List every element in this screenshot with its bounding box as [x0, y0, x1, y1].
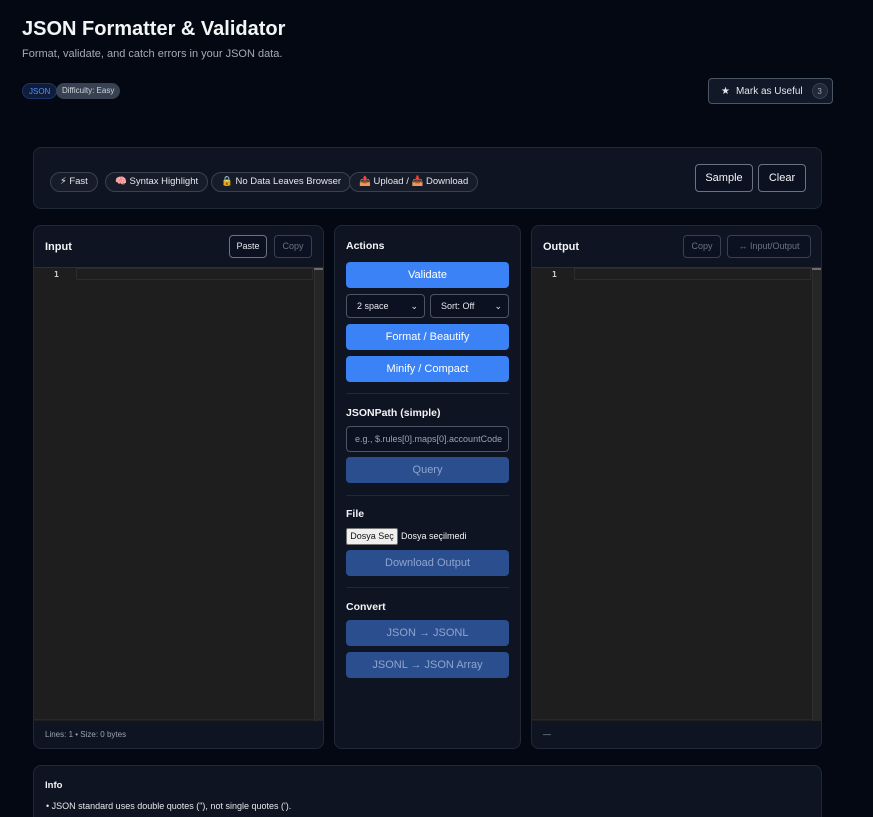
output-status: — [543, 730, 551, 739]
input-status: Lines: 1 • Size: 0 bytes [45, 730, 127, 739]
jsonpath-title: JSONPath (simple) [346, 407, 441, 419]
feature-toolbar: ⚡ Fast 🧠 Syntax Highlight 🔒 No Data Leav… [33, 147, 822, 209]
scrollbar-thumb[interactable] [314, 268, 323, 270]
output-editor[interactable]: 1 [532, 267, 821, 721]
info-panel: Info • JSON standard uses double quotes … [33, 765, 822, 817]
section-divider [346, 587, 509, 588]
mark-useful-label: Mark as Useful [735, 85, 803, 97]
page-title: JSON Formatter & Validator [22, 18, 286, 40]
info-item-text: JSON standard uses double quotes ("), no… [51, 801, 292, 811]
chip-upload-download: 📤 Upload / 📥 Download [349, 172, 479, 192]
file-status: Dosya seçilmedi [401, 531, 467, 541]
line-gutter: 1 [532, 268, 574, 721]
info-title: Info [45, 780, 63, 791]
line-number: 1 [54, 270, 59, 279]
download-output-button[interactable]: Download Output [346, 550, 509, 576]
indent-select-value: 2 space [357, 301, 389, 311]
chip-download-label: Download [426, 176, 469, 187]
chip-upload-label: Upload / [373, 176, 409, 187]
scrollbar-thumb[interactable] [812, 268, 821, 270]
brain-icon: 🧠 [115, 176, 127, 187]
sort-select[interactable]: Sort: Off ⌄ [430, 294, 509, 318]
jsonpath-input[interactable]: e.g., $.rules[0].maps[0].accountCode [346, 426, 509, 452]
chevron-down-icon: ⌄ [410, 301, 418, 311]
validate-button[interactable]: Validate [346, 262, 509, 288]
chip-syntax-label: Syntax Highlight [129, 176, 199, 187]
status-divider [532, 719, 821, 720]
sample-button[interactable]: Sample [695, 164, 753, 192]
swap-input-output-button[interactable]: ↔ Input/Output [727, 235, 811, 258]
file-title: File [346, 508, 365, 520]
chip-no-data-label: No Data Leaves Browser [235, 176, 342, 187]
query-button[interactable]: Query [346, 457, 509, 483]
input-panel: Input Paste Copy 1 Lines: 1 • Size: 0 by… [33, 225, 324, 749]
download-icon: 📥 [411, 176, 424, 187]
upload-icon: 📤 [359, 176, 371, 187]
chip-syntax-highlight: 🧠 Syntax Highlight [105, 172, 209, 192]
mark-useful-button[interactable]: ★ Mark as Useful 3 [708, 78, 833, 104]
chip-no-data: 🔒 No Data Leaves Browser [211, 172, 352, 192]
line-gutter: 1 [34, 268, 76, 721]
clear-button[interactable]: Clear [758, 164, 806, 192]
convert-title: Convert [346, 601, 386, 613]
tag-json[interactable]: JSON [22, 83, 58, 99]
paste-button[interactable]: Paste [229, 235, 267, 258]
status-divider [34, 719, 323, 720]
useful-count-badge: 3 [811, 83, 828, 99]
lock-icon: 🔒 [221, 176, 233, 187]
indent-select[interactable]: 2 space ⌄ [346, 294, 425, 318]
active-line [574, 268, 811, 280]
lightning-icon: ⚡ [60, 176, 67, 187]
file-choose-button[interactable]: Dosya Seç [346, 528, 398, 545]
chevron-down-icon: ⌄ [494, 301, 502, 311]
section-divider [346, 393, 509, 394]
actions-panel: Actions Validate 2 space ⌄ Sort: Off ⌄ F… [334, 225, 521, 749]
star-icon: ★ [721, 85, 730, 97]
section-divider [346, 495, 509, 496]
input-title: Input [45, 241, 72, 253]
output-title: Output [543, 241, 580, 253]
output-copy-button[interactable]: Copy [683, 235, 721, 258]
jsonl-to-array-button[interactable]: JSONL → JSON Array [346, 652, 509, 678]
active-line [76, 268, 313, 280]
json-to-jsonl-button[interactable]: JSON → JSONL [346, 620, 509, 646]
input-copy-button[interactable]: Copy [274, 235, 312, 258]
tag-difficulty: Difficulty: Easy [56, 83, 121, 99]
chip-fast: ⚡ Fast [50, 172, 98, 192]
line-number: 1 [552, 270, 557, 279]
editor-scrollbar[interactable] [314, 268, 323, 721]
sort-select-value: Sort: Off [441, 301, 475, 311]
format-button[interactable]: Format / Beautify [346, 324, 509, 350]
output-panel: Output Copy ↔ Input/Output 1 — [531, 225, 822, 749]
editor-scrollbar[interactable] [812, 268, 821, 721]
page-subtitle: Format, validate, and catch errors in yo… [22, 48, 283, 60]
input-editor[interactable]: 1 [34, 267, 323, 721]
minify-button[interactable]: Minify / Compact [346, 356, 509, 382]
chip-fast-label: Fast [69, 176, 88, 187]
info-item: • JSON standard uses double quotes ("), … [46, 801, 292, 811]
actions-title: Actions [346, 240, 385, 252]
